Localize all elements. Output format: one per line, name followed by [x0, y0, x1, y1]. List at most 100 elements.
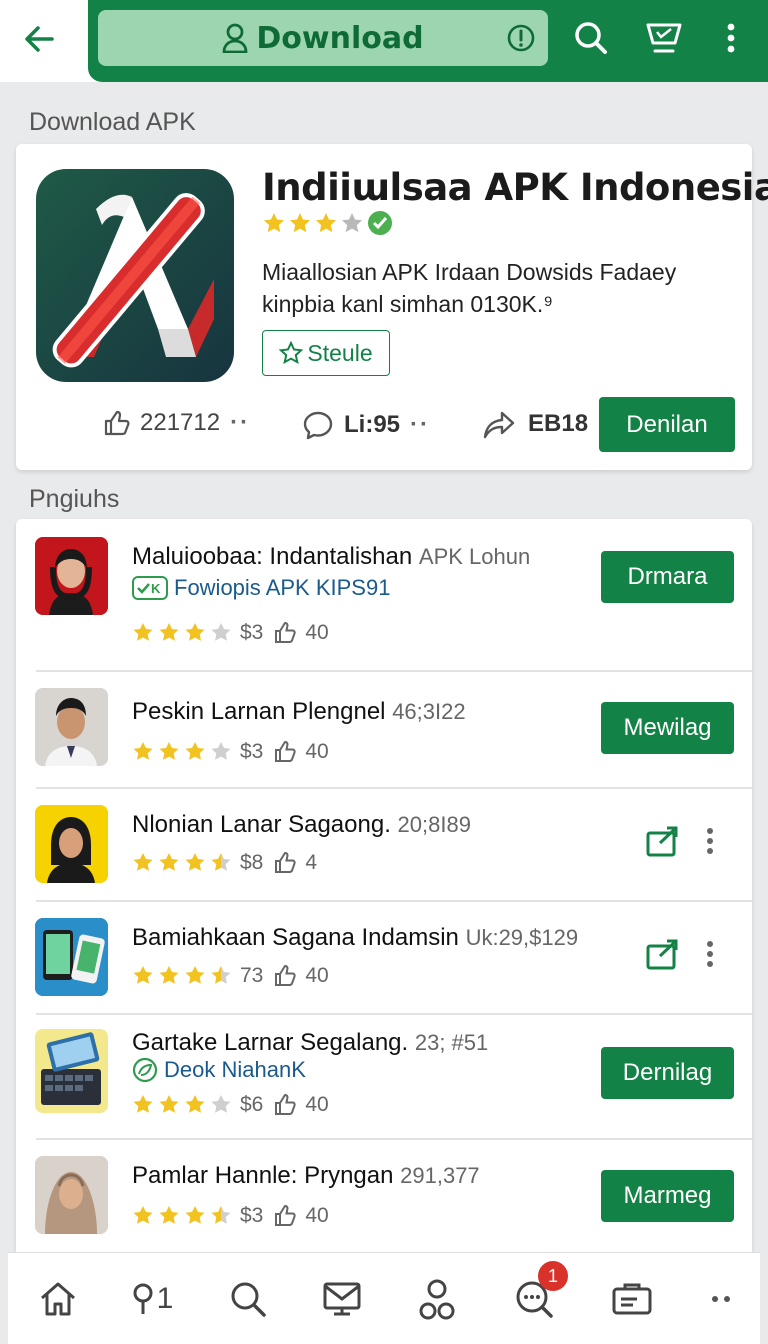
status-chip[interactable]: Steule [262, 330, 390, 376]
app-price: $3 [240, 621, 264, 644]
star-outline-icon [279, 341, 304, 365]
app-title: Maluioobaa: Indantalishan APK Lohun [132, 543, 530, 571]
more-icon[interactable] [696, 1273, 748, 1325]
featured-app-name: Indiiɯlsaa APK Indonesia [262, 166, 768, 209]
app-subtitle-text: Fowiopis APK KIPS91 [174, 575, 391, 600]
star-icon [290, 213, 310, 233]
featured-description: Miaallosian APK Irdaan Dowsids Fadaey ki… [262, 259, 677, 317]
home-icon[interactable] [32, 1273, 84, 1325]
shares-count: EB18 [528, 410, 589, 437]
thumb-up-icon [275, 964, 297, 986]
app-title: Pamlar Hannle: Pryngan 291,377 [132, 1162, 480, 1190]
status-chip-label: Steule [307, 339, 373, 366]
app-thumbnail [35, 537, 108, 615]
app-price: $6 [240, 1093, 264, 1116]
app-title: Nlonian Lanar Sagaong. 20;8I89 [132, 811, 471, 839]
app-count: 40 [305, 1093, 329, 1116]
list-item[interactable]: Nlonian Lanar Sagaong. 20;8I89 $8 4 [16, 789, 752, 902]
comment-icon [303, 411, 333, 440]
comments-count: Li:95 [344, 411, 401, 438]
app-count: 40 [305, 964, 329, 987]
back-arrow-icon[interactable] [14, 14, 64, 64]
notification-badge: 1 [538, 1261, 568, 1291]
cart-icon[interactable] [640, 14, 688, 62]
app-title-extra: 291,377 [400, 1163, 480, 1188]
list-item[interactable]: Gartake Larnar Segalang. 23; #51 Deok Ni… [16, 1015, 752, 1140]
app-meta: $8 4 [132, 851, 317, 875]
rating-stars [132, 1094, 232, 1116]
chat-icon[interactable]: 1 [508, 1261, 568, 1325]
app-count: 40 [305, 621, 329, 644]
likes-count: 221712 [140, 409, 221, 436]
app-count: 40 [305, 740, 329, 763]
app-subtitle-text: Deok NiahanK [164, 1057, 306, 1082]
list-item[interactable]: Pamlar Hannle: Pryngan 291,377 $3 40 Mar… [16, 1140, 752, 1259]
likes-stat[interactable]: 221712 ·· [102, 409, 250, 437]
app-meta: $3 40 [132, 621, 329, 645]
inbox-icon[interactable] [316, 1273, 368, 1325]
app-title-extra: APK Lohun [418, 544, 531, 569]
app-title-text: Bamiahkaan Sagana Indamsin [132, 924, 459, 951]
featured-app-icon [36, 169, 234, 382]
list-item-button[interactable]: Mewilag [601, 702, 734, 754]
app-thumbnail [35, 1156, 108, 1234]
people-icon[interactable] [411, 1273, 463, 1325]
thumb-up-icon [104, 410, 130, 436]
share-icon [483, 411, 515, 439]
thumb-up-icon [275, 740, 297, 762]
comments-stat[interactable]: Li:95 ·· [302, 409, 430, 441]
more-vertical-icon[interactable] [706, 940, 714, 973]
rating-stars [132, 741, 232, 763]
location-label: 1 [156, 1282, 174, 1315]
star-icon [342, 213, 362, 233]
card-icon[interactable] [606, 1273, 658, 1325]
info-icon[interactable] [506, 23, 536, 58]
app-thumbnail [35, 805, 108, 883]
user-icon [222, 23, 248, 53]
search-icon[interactable] [222, 1273, 274, 1325]
app-list: Maluioobaa: Indantalishan APK Lohun K Fo… [16, 519, 752, 1259]
list-item-button[interactable]: Drmara [601, 551, 734, 603]
app-title-text: Peskin Larnan Plengnel [132, 698, 386, 725]
list-item[interactable]: Bamiahkaan Sagana Indamsin Uk:29,$129 73… [16, 902, 752, 1015]
search-icon[interactable] [567, 14, 615, 62]
app-title-text: Gartake Larnar Segalang. [132, 1029, 409, 1056]
open-external-icon[interactable] [646, 825, 682, 862]
thumb-up-icon [275, 621, 297, 643]
app-price: $3 [240, 740, 264, 763]
app-meta: $6 40 [132, 1093, 329, 1117]
shares-stat[interactable]: EB18 [482, 409, 588, 439]
app-title-extra: 23; #51 [414, 1030, 489, 1055]
open-external-icon[interactable] [646, 938, 682, 975]
section-title-download: Download APK [29, 108, 196, 136]
location-icon[interactable]: 1 [126, 1273, 178, 1325]
leaf-badge-icon [132, 1057, 158, 1083]
svg-text:K: K [151, 581, 161, 596]
search-pill-label: Download [256, 20, 424, 56]
rating-stars [132, 1205, 232, 1227]
app-title-text: Maluioobaa: Indantalishan [132, 543, 413, 570]
list-item-button[interactable]: Dernilag [601, 1047, 734, 1099]
rating-stars [132, 622, 232, 644]
featured-download-button[interactable]: Denilan [599, 397, 735, 452]
more-dots: ·· [410, 411, 430, 438]
list-item[interactable]: Peskin Larnan Plengnel 46;3I22 $3 40 Mew… [16, 672, 752, 789]
more-vertical-icon[interactable] [707, 14, 755, 62]
app-price: $8 [240, 851, 264, 874]
rating-stars [132, 852, 232, 874]
app-title: Gartake Larnar Segalang. 23; #51 [132, 1029, 488, 1057]
more-vertical-icon[interactable] [706, 827, 714, 860]
app-title-text: Nlonian Lanar Sagaong. [132, 811, 391, 838]
bottom-navigation: 1 1 [8, 1252, 760, 1344]
app-meta: 73 40 [132, 964, 329, 988]
app-subtitle: Deok NiahanK [132, 1057, 306, 1083]
app-title: Bamiahkaan Sagana Indamsin Uk:29,$129 [132, 924, 578, 952]
app-price: 73 [240, 964, 264, 987]
featured-app-card[interactable]: Indiiɯlsaa APK Indonesia Miaallosian APK… [16, 144, 768, 470]
list-item-button[interactable]: Marmeg [601, 1170, 734, 1222]
list-item[interactable]: Maluioobaa: Indantalishan APK Lohun K Fo… [16, 519, 752, 672]
app-title-extra: 46;3I22 [392, 699, 466, 724]
search-pill[interactable]: Download [98, 10, 548, 66]
verified-icon [368, 211, 392, 235]
app-meta: $3 40 [132, 1204, 329, 1228]
